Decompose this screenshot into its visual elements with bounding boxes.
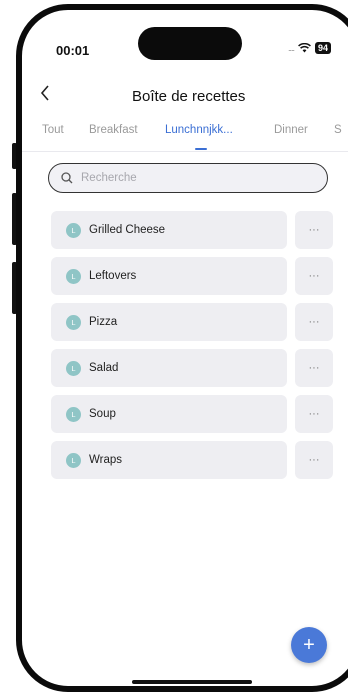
more-options-button[interactable]: ··· — [295, 395, 333, 433]
recipe-row[interactable]: L Soup — [51, 395, 287, 433]
chevron-left-icon — [40, 85, 49, 101]
recipe-name: Soup — [89, 408, 116, 420]
recipe-name: Salad — [89, 362, 119, 374]
tabs-divider — [22, 151, 348, 152]
add-recipe-button[interactable]: + — [291, 627, 327, 663]
recipe-row[interactable]: L Grilled Cheese — [51, 211, 287, 249]
recipe-row[interactable]: L Salad — [51, 349, 287, 387]
tab-s[interactable]: S — [334, 124, 342, 136]
tab-breakfast[interactable]: Breakfast — [89, 124, 138, 136]
recipe-badge: L — [66, 406, 81, 422]
app-screen: 00:01 .... 94 Boîte de recettes Tout Bre… — [22, 10, 348, 686]
tab-lunch[interactable]: Lunchnnjkk... — [165, 124, 233, 136]
recipe-name: Wraps — [89, 454, 123, 466]
dynamic-island — [138, 27, 242, 60]
recipe-name: Grilled Cheese — [89, 224, 166, 236]
signal-icon: .... — [288, 43, 295, 53]
recipe-badge: L — [66, 222, 81, 238]
search-bar[interactable] — [48, 163, 328, 193]
recipe-row[interactable]: L Wraps — [51, 441, 287, 479]
wifi-icon — [298, 43, 311, 53]
recipe-badge: L — [66, 360, 81, 376]
more-options-button[interactable]: ··· — [295, 211, 333, 249]
active-tab-indicator — [195, 148, 207, 150]
status-indicators: .... 94 — [288, 42, 332, 54]
recipe-row[interactable]: L Leftovers — [51, 257, 287, 295]
page-title: Boîte de recettes — [132, 88, 246, 105]
tab-tout[interactable]: Tout — [42, 124, 64, 136]
more-options-button[interactable]: ··· — [295, 349, 333, 387]
back-button[interactable] — [40, 85, 50, 105]
battery-indicator: 94 — [315, 42, 332, 54]
recipe-badge: L — [66, 314, 81, 330]
recipe-row[interactable]: L Pizza — [51, 303, 287, 341]
tab-dinner[interactable]: Dinner — [274, 124, 308, 136]
recipe-name: Pizza — [89, 316, 118, 328]
status-time: 00:01 — [56, 43, 90, 58]
plus-icon: + — [303, 633, 315, 656]
recipe-badge: L — [66, 268, 81, 284]
more-options-button[interactable]: ··· — [295, 257, 333, 295]
recipe-badge: L — [66, 452, 81, 468]
category-tabs: Tout Breakfast Lunchnnjkk... Dinner S — [22, 124, 348, 152]
search-icon — [61, 172, 73, 184]
more-options-button[interactable]: ··· — [295, 441, 333, 479]
recipe-name: Leftovers — [89, 270, 137, 282]
search-input[interactable] — [79, 171, 303, 185]
more-options-button[interactable]: ··· — [295, 303, 333, 341]
home-indicator — [132, 680, 252, 684]
phone-frame: 00:01 .... 94 Boîte de recettes Tout Bre… — [16, 4, 348, 692]
